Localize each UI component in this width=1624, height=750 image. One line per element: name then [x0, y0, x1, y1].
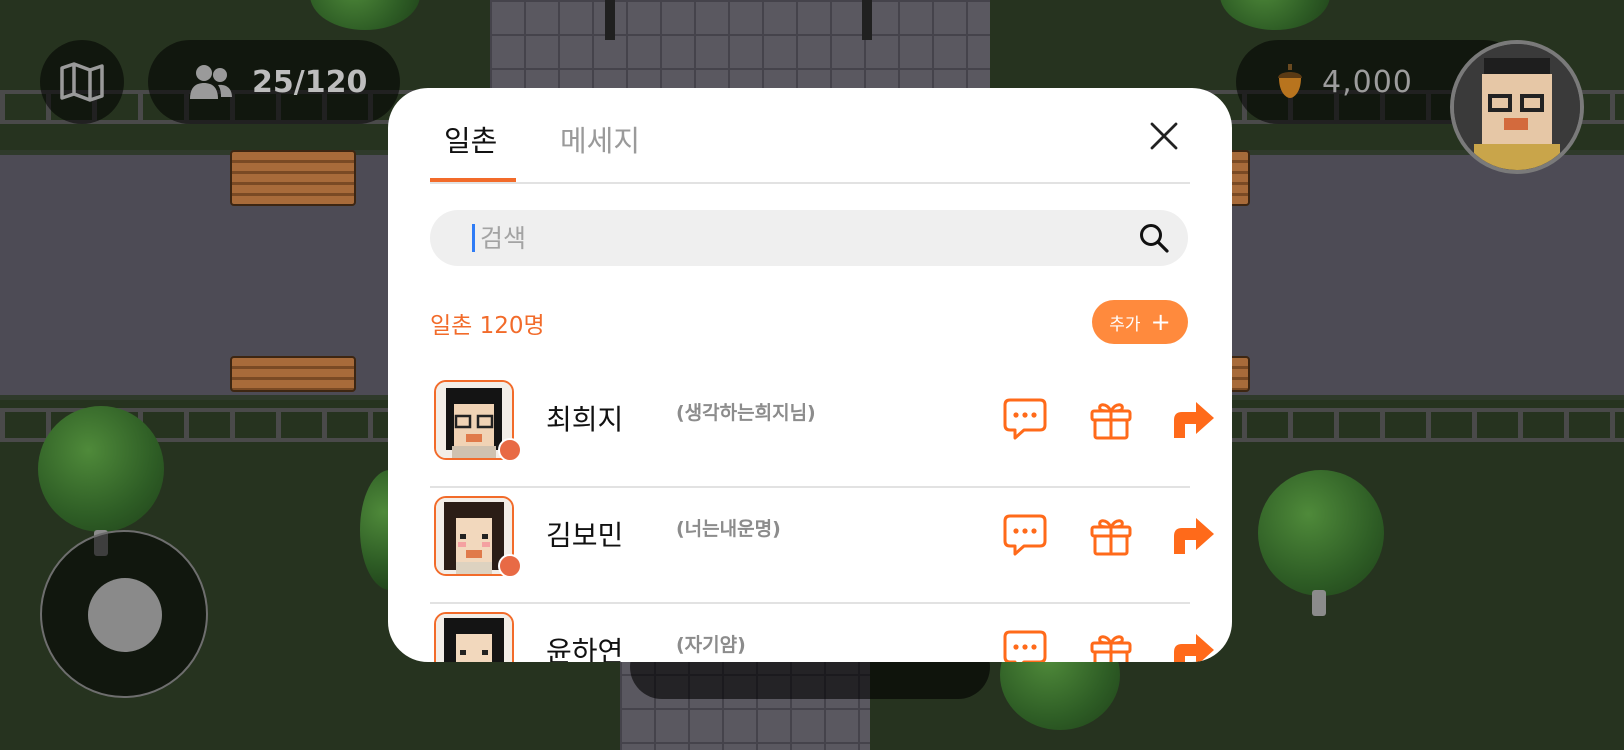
online-status-dot: [498, 438, 522, 462]
friend-avatar: [434, 612, 514, 662]
gift-icon[interactable]: [1088, 396, 1134, 442]
map-icon: [60, 62, 104, 102]
search-input[interactable]: [480, 218, 1100, 258]
close-icon: [1150, 122, 1178, 150]
friend-row[interactable]: 김보민 (너는내운명): [430, 488, 1214, 604]
share-arrow-icon[interactable]: [1170, 396, 1216, 442]
gift-icon[interactable]: [1088, 628, 1134, 662]
share-arrow-icon[interactable]: [1170, 512, 1216, 558]
tree: [310, 0, 420, 30]
search-icon[interactable]: [1138, 222, 1170, 254]
gift-icon[interactable]: [1088, 512, 1134, 558]
friend-nickname: (생각하는희지님): [676, 402, 816, 424]
chat-bubble-icon[interactable]: [1002, 628, 1048, 662]
tab-friends[interactable]: 일촌: [444, 118, 497, 160]
friend-name: 윤하연: [546, 635, 624, 662]
lamp-post: [862, 0, 872, 40]
friends-count: 일촌 120명: [430, 313, 545, 339]
pixel-avatar-icon: [436, 614, 512, 662]
tree: [1258, 470, 1384, 596]
friend-name: 김보민: [546, 519, 624, 552]
chat-bubble-icon[interactable]: [1002, 396, 1048, 442]
friend-row[interactable]: 최희지 (생각하는희지님): [430, 372, 1214, 488]
friend-nickname: (너는내운명): [676, 518, 781, 540]
lamp-post: [605, 0, 615, 40]
plus-icon: +: [1150, 308, 1171, 336]
tree: [38, 406, 164, 532]
acorn-icon: [1278, 64, 1302, 98]
map-button[interactable]: [40, 40, 124, 124]
search-bar[interactable]: [430, 210, 1188, 266]
chat-bubble-icon[interactable]: [1002, 512, 1048, 558]
friends-modal: 일촌 메세지 일촌 120명 추가 +: [388, 88, 1232, 662]
users-icon: [190, 65, 232, 99]
my-profile-avatar[interactable]: [1450, 40, 1584, 174]
friend-nickname: (자기얌): [676, 634, 746, 656]
close-button[interactable]: [1148, 120, 1180, 152]
tree: [1220, 0, 1330, 30]
text-caret: [472, 224, 475, 252]
online-status-dot: [498, 554, 522, 578]
profile-pixel-avatar-icon: [1454, 44, 1580, 170]
bench: [230, 356, 356, 392]
online-users-pill[interactable]: 25/120: [148, 40, 400, 124]
friend-name: 최희지: [546, 403, 624, 436]
active-tab-indicator: [430, 178, 516, 182]
share-arrow-icon[interactable]: [1170, 628, 1216, 662]
add-friend-button[interactable]: 추가 +: [1092, 300, 1188, 344]
modal-tabs: 일촌 메세지: [430, 88, 1190, 184]
plaza: [490, 0, 990, 90]
tree-trunk: [1312, 590, 1326, 616]
add-friend-label: 추가: [1109, 314, 1141, 335]
friend-row[interactable]: 윤하연 (자기얌): [430, 604, 1214, 662]
joystick-knob[interactable]: [88, 578, 162, 652]
bench: [230, 150, 356, 206]
tab-messages[interactable]: 메세지: [560, 118, 640, 160]
users-count: 25/120: [252, 64, 368, 100]
movement-joystick[interactable]: [40, 530, 208, 698]
coin-count: 4,000: [1322, 64, 1413, 100]
